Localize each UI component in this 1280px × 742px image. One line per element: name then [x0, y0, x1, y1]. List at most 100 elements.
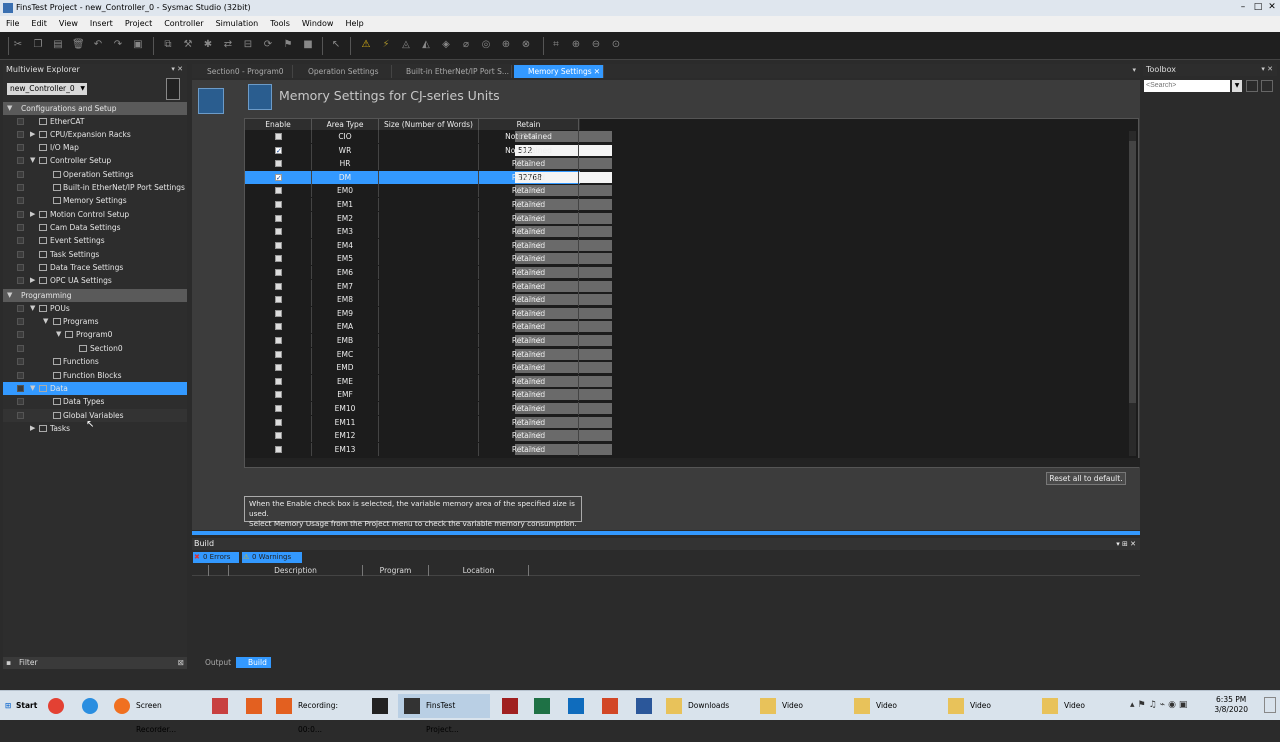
build-icon[interactable]: ⚒ [182, 39, 194, 51]
collapse-arrow-icon[interactable]: ▼ [30, 302, 35, 315]
errors-filter[interactable]: ✖ 0 Errors [193, 552, 239, 563]
warnings-filter[interactable]: ⚠ 0 Warnings [242, 552, 302, 563]
enable-checkbox[interactable] [275, 172, 282, 185]
menu-view[interactable]: View [53, 16, 84, 32]
check-icon[interactable]: ✱ [202, 39, 214, 51]
menu-file[interactable]: File [0, 16, 25, 32]
screen-recorder-taskbar-button[interactable]: Screen Recorder... [108, 694, 200, 734]
menu-window[interactable]: Window [296, 16, 340, 32]
video-taskbar-button-2[interactable]: Video [848, 694, 938, 718]
retain-cell[interactable]: Retained [479, 347, 579, 361]
enable-checkbox[interactable] [275, 201, 282, 208]
menu-simulation[interactable]: Simulation [210, 16, 265, 32]
sysmac-taskbar-button[interactable]: FinsTest Project... [398, 694, 490, 734]
retain-cell[interactable]: Retained [479, 198, 579, 211]
retain-cell[interactable]: Not retained [479, 143, 579, 157]
retain-cell[interactable]: Retained [479, 388, 579, 402]
word-taskbar-button[interactable] [630, 694, 658, 718]
pause-icon[interactable]: ⊗ [520, 39, 532, 51]
clear-search-icon[interactable] [1261, 80, 1273, 92]
table-row[interactable]: EM7 32768 Retained [245, 279, 612, 293]
close-button[interactable]: ✕ [1265, 1, 1279, 14]
tree-item-motion-control[interactable]: ▶ Motion Control Setup [3, 208, 187, 221]
fit-icon[interactable]: ⌗ [550, 39, 562, 51]
panel-splitter[interactable] [192, 531, 1140, 535]
outlook-taskbar-button[interactable] [562, 694, 590, 718]
retain-cell[interactable]: Retained [479, 279, 579, 293]
tree-item-ethercat[interactable]: EtherCAT [3, 115, 187, 128]
table-row[interactable]: EMA 32768 Retained [245, 320, 612, 334]
ie-taskbar-button[interactable] [76, 694, 106, 718]
enable-checkbox[interactable] [275, 309, 282, 317]
menu-edit[interactable]: Edit [25, 16, 53, 32]
expand-icon[interactable]: ⊠ [178, 657, 184, 669]
column-location[interactable]: Location [428, 565, 528, 576]
tree-item-io-map[interactable]: I/O Map [3, 141, 187, 154]
transfer-icon[interactable]: ⇄ [222, 39, 234, 51]
tree-item-pous[interactable]: ▼ POUs [3, 302, 187, 315]
table-row[interactable]: EMC 32768 Retained [245, 347, 612, 361]
tree-item-tasks[interactable]: ▶ Tasks [3, 422, 187, 435]
enable-checkbox[interactable] [275, 269, 282, 276]
cut-icon[interactable]: ✂ [12, 39, 24, 51]
table-row[interactable]: EM4 32768 Retained [245, 238, 612, 252]
tree-item-controller-setup[interactable]: ▼ Controller Setup [3, 154, 187, 167]
tab-ethernet-ip[interactable]: Built-in EtherNet/IP Port S... [392, 65, 512, 78]
table-row[interactable]: EMD 32768 Retained [245, 361, 612, 375]
tree-item-memory-settings[interactable]: Memory Settings [3, 194, 187, 207]
table-row[interactable]: EM6 32768 Retained [245, 266, 612, 279]
table-row[interactable]: EMB 32768 Retained [245, 334, 612, 347]
tree-item-function-blocks[interactable]: Function Blocks [3, 369, 187, 382]
tree-item-event-settings[interactable]: Event Settings [3, 234, 187, 247]
tab-operation-settings[interactable]: Operation Settings [294, 65, 392, 78]
enable-checkbox[interactable] [275, 255, 282, 263]
retain-cell[interactable]: Retained [479, 157, 579, 171]
chrome-taskbar-button[interactable] [42, 694, 72, 718]
expand-arrow-icon[interactable]: ▶ [30, 274, 35, 287]
table-row[interactable]: EM13 32768 Retained [245, 442, 612, 456]
tree-item-functions[interactable]: Functions [3, 355, 187, 368]
undo-icon[interactable]: ↶ [92, 39, 104, 51]
video-taskbar-button-4[interactable]: Video [1036, 694, 1126, 718]
table-row[interactable]: HR 512 Retained [245, 157, 612, 171]
retain-cell[interactable]: Retained [479, 170, 579, 184]
table-row[interactable]: EM10 32768 Retained [245, 402, 612, 415]
step-icon[interactable]: ⊕ [500, 39, 512, 51]
tab-section0[interactable]: Section0 - Program0 [193, 65, 293, 78]
menu-controller[interactable]: Controller [158, 16, 209, 32]
save-icon[interactable]: ▣ [132, 39, 144, 51]
tree-item-section0[interactable]: Section0 [3, 342, 187, 355]
vertical-scrollbar[interactable] [1129, 131, 1136, 456]
retain-cell[interactable]: Not retained [479, 130, 579, 143]
console-taskbar-button[interactable] [366, 694, 394, 718]
tree-group-programming[interactable]: ▼ Programming [3, 289, 187, 302]
reset-all-button[interactable]: Reset all to default. [1046, 472, 1126, 485]
delete-icon[interactable]: 🗑 [72, 39, 85, 51]
enable-checkbox[interactable] [275, 405, 282, 412]
monitor-icon[interactable]: ◬ [400, 39, 412, 51]
column-type[interactable] [208, 565, 228, 576]
scroll-thumb[interactable] [1129, 141, 1136, 403]
expand-arrow-icon[interactable]: ▶ [30, 208, 35, 221]
set-icon[interactable]: ◈ [440, 39, 452, 51]
compare-icon[interactable]: ⊟ [242, 39, 254, 51]
table-row[interactable]: EMF 32768 Retained [245, 388, 612, 402]
filter-bar[interactable]: ▪ Filter ⊠ [3, 657, 187, 669]
start-button[interactable]: ⊞ Start [2, 694, 37, 718]
retain-cell[interactable]: Retained [479, 402, 579, 415]
retain-cell[interactable]: Retained [479, 266, 579, 279]
collapse-arrow-icon[interactable]: ▼ [43, 315, 48, 328]
retain-cell[interactable]: Retained [479, 238, 579, 252]
find-icon[interactable]: ⧉ [162, 39, 174, 51]
retain-cell[interactable]: Retained [479, 306, 579, 320]
copy-icon[interactable]: ❐ [32, 39, 44, 51]
tab-memory-settings[interactable]: Memory Settings ✕ [514, 65, 604, 78]
online-icon[interactable]: ⚑ [282, 39, 294, 51]
reset-icon[interactable]: ⌀ [460, 39, 472, 51]
table-row[interactable]: EM5 32768 Retained [245, 252, 612, 266]
excel-taskbar-button[interactable] [528, 694, 556, 718]
table-row[interactable]: DM32768Retained [245, 170, 612, 185]
sync-icon[interactable]: ⟳ [262, 39, 274, 51]
tree-item-cpu-racks[interactable]: ▶ CPU/Expansion Racks [3, 128, 187, 141]
retain-cell[interactable]: Retained [479, 334, 579, 347]
